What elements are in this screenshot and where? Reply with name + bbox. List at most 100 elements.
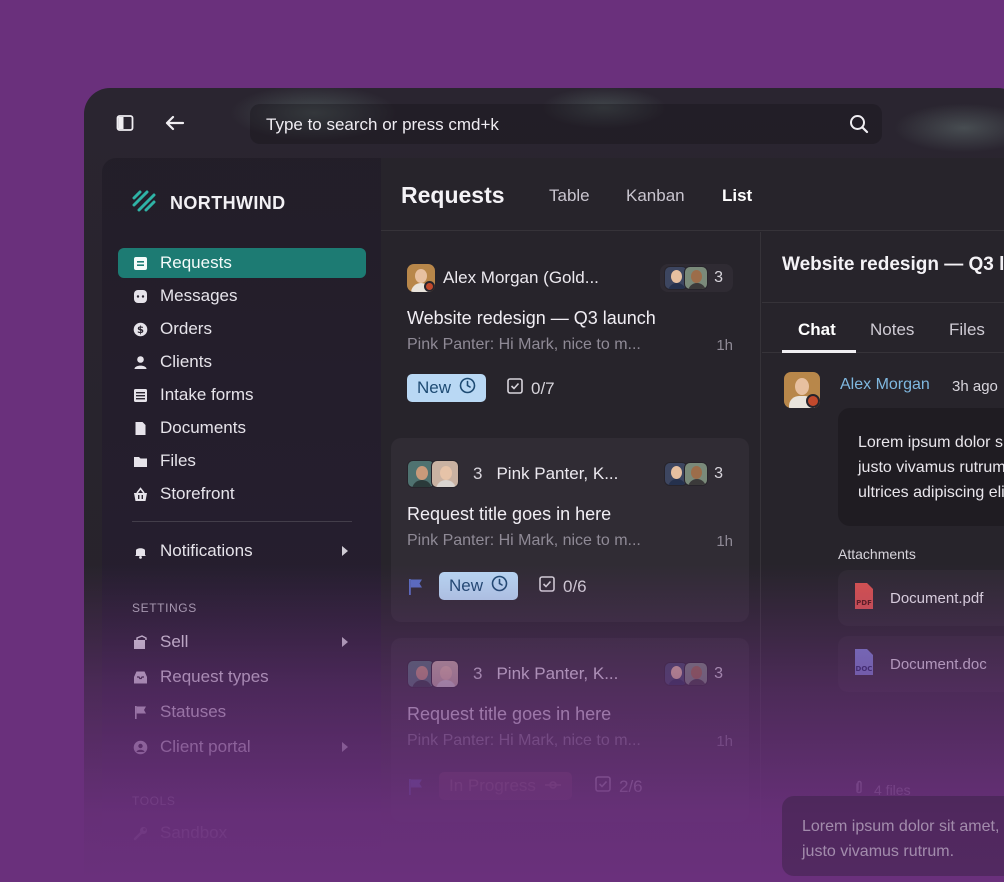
brand[interactable]: NORTHWIND bbox=[132, 190, 286, 217]
document-icon bbox=[132, 420, 148, 436]
main-panel: Requests Table Kanban List Alex Morgan (… bbox=[381, 158, 1004, 882]
folder-icon bbox=[132, 453, 148, 469]
sidebar-item-messages[interactable]: Messages bbox=[118, 281, 366, 311]
tab-chat[interactable]: Chat bbox=[798, 320, 836, 340]
request-card[interactable]: 3 Pink Panter, K... 3 Request title goes… bbox=[391, 638, 749, 822]
attachment-name: Document.pdf bbox=[890, 589, 984, 607]
request-sender: 3 Pink Panter, K... bbox=[407, 660, 618, 688]
message-line: ultrices adipiscing elit. bbox=[858, 484, 1004, 501]
flag-icon[interactable] bbox=[407, 778, 425, 796]
faded-message-bubble: Lorem ipsum dolor sit amet, justo vivamu… bbox=[782, 796, 1004, 876]
request-preview: Pink Panter: Hi Mark, nice to m... bbox=[407, 532, 641, 549]
avatar bbox=[431, 460, 459, 488]
tag-icon bbox=[132, 634, 148, 650]
sidebar-item-statuses[interactable]: Statuses bbox=[118, 696, 366, 728]
company-badge-icon bbox=[806, 394, 820, 408]
sidebar-toggle-icon[interactable] bbox=[114, 112, 136, 134]
request-sender-name: Alex Morgan (Gold... bbox=[443, 268, 599, 287]
flag-icon bbox=[132, 704, 148, 720]
request-sender-name: Pink Panter, K... bbox=[496, 464, 619, 483]
participant-avatars bbox=[407, 660, 459, 688]
avatar bbox=[407, 264, 435, 292]
settings-nav: Sell Request types Statuses Client porta… bbox=[118, 626, 366, 766]
svg-text:DOC: DOC bbox=[856, 665, 873, 673]
chat-icon bbox=[132, 288, 148, 304]
checkbox-icon bbox=[507, 378, 523, 399]
sidebar-item-notifications[interactable]: Notifications bbox=[118, 535, 366, 567]
sidebar-item-intake-forms[interactable]: Intake forms bbox=[118, 380, 366, 410]
message-line: Lorem ipsum dolor sit amet, bbox=[802, 818, 1000, 835]
sidebar-item-label: Storefront bbox=[160, 484, 235, 503]
status-badge-label: New bbox=[449, 576, 484, 595]
tab-files[interactable]: Files bbox=[949, 320, 985, 340]
tab-list[interactable]: List bbox=[722, 186, 752, 206]
tab-table[interactable]: Table bbox=[549, 186, 590, 206]
chevron-right-icon bbox=[342, 546, 348, 556]
search-icon[interactable] bbox=[848, 113, 870, 135]
status-badge[interactable]: In Progress bbox=[439, 772, 572, 800]
sidebar-item-files[interactable]: Files bbox=[118, 446, 366, 476]
assignee-group[interactable]: 3 bbox=[660, 460, 733, 488]
sidebar-item-storefront[interactable]: Storefront bbox=[118, 479, 366, 509]
tools-nav: Sandbox bbox=[118, 817, 366, 852]
pdf-file-icon: PDF bbox=[852, 582, 876, 614]
sidebar-item-clients[interactable]: Clients bbox=[118, 347, 366, 377]
sidebar-item-label: Files bbox=[160, 451, 196, 470]
assignee-group[interactable]: 3 bbox=[660, 264, 733, 292]
assignee-count: 3 bbox=[714, 465, 723, 482]
portal-icon bbox=[132, 739, 148, 755]
flag-icon[interactable] bbox=[407, 578, 425, 596]
sidebar-item-orders[interactable]: $ Orders bbox=[118, 314, 366, 344]
checklist-count: 0/6 bbox=[563, 576, 587, 596]
dollar-icon: $ bbox=[132, 321, 148, 337]
chevron-right-icon bbox=[342, 637, 348, 647]
avatar bbox=[684, 662, 709, 686]
assignee-group[interactable]: 3 bbox=[660, 660, 733, 688]
tab-kanban[interactable]: Kanban bbox=[626, 186, 685, 206]
sidebar-item-label: Requests bbox=[160, 253, 232, 272]
back-arrow-icon[interactable] bbox=[164, 112, 186, 134]
avatar bbox=[431, 660, 459, 688]
status-badge[interactable]: New bbox=[439, 572, 519, 600]
primary-nav: Requests Messages $ Orders Clients Intak… bbox=[118, 248, 366, 512]
checklist-progress: 0/6 bbox=[539, 576, 587, 597]
sidebar-item-request-types[interactable]: Request types bbox=[118, 661, 366, 693]
sidebar-item-sandbox[interactable]: Sandbox bbox=[118, 817, 366, 849]
sidebar-item-documents[interactable]: Documents bbox=[118, 413, 366, 443]
tools-section-label: TOOLS bbox=[132, 794, 176, 808]
sidebar-item-label: Documents bbox=[160, 418, 246, 437]
search-input[interactable]: Type to search or press cmd+k bbox=[266, 115, 499, 135]
sidebar-item-requests[interactable]: Requests bbox=[118, 248, 366, 278]
message-line: justo vivamus rutrum. bbox=[802, 843, 955, 860]
sidebar-item-label: Sell bbox=[160, 632, 189, 651]
attachment-file[interactable]: PDF Document.pdf bbox=[838, 570, 1004, 626]
page-title: Requests bbox=[401, 182, 505, 208]
sidebar-item-sell[interactable]: Sell bbox=[118, 626, 366, 658]
sidebar-item-client-portal[interactable]: Client portal bbox=[118, 731, 366, 763]
request-title: Request title goes in here bbox=[407, 504, 612, 524]
attachments-label: Attachments bbox=[838, 546, 916, 562]
northwind-logo-icon bbox=[132, 190, 158, 217]
svg-text:$: $ bbox=[137, 325, 144, 336]
message-author[interactable]: Alex Morgan bbox=[840, 376, 930, 394]
request-detail: Website redesign — Q3 launch Chat Notes … bbox=[762, 232, 1004, 882]
search-bar[interactable]: Type to search or press cmd+k bbox=[250, 104, 882, 144]
svg-text:PDF: PDF bbox=[856, 599, 872, 607]
request-card[interactable]: Alex Morgan (Gold... 3 Website redesign … bbox=[391, 242, 749, 422]
attachment-file[interactable]: DOC Document.doc bbox=[838, 636, 1004, 692]
status-badge[interactable]: New bbox=[407, 374, 487, 402]
tab-notes[interactable]: Notes bbox=[870, 320, 914, 340]
checklist-progress: 2/6 bbox=[595, 776, 643, 797]
request-card[interactable]: 3 Pink Panter, K... 3 Request title goes… bbox=[391, 438, 749, 622]
sidebar-item-label: Orders bbox=[160, 319, 212, 338]
basket-icon bbox=[132, 486, 148, 502]
chevron-right-icon bbox=[342, 742, 348, 752]
notifications-nav: Notifications bbox=[118, 535, 366, 570]
sidebar-item-label: Intake forms bbox=[160, 385, 254, 404]
sidebar-item-label: Request types bbox=[160, 667, 269, 686]
assignee-count: 3 bbox=[714, 269, 723, 286]
detail-tabs-divider bbox=[762, 352, 1004, 353]
request-time: 1h bbox=[716, 337, 733, 354]
sidebar-item-label: Messages bbox=[160, 286, 238, 305]
checklist-progress: 0/7 bbox=[507, 378, 555, 399]
